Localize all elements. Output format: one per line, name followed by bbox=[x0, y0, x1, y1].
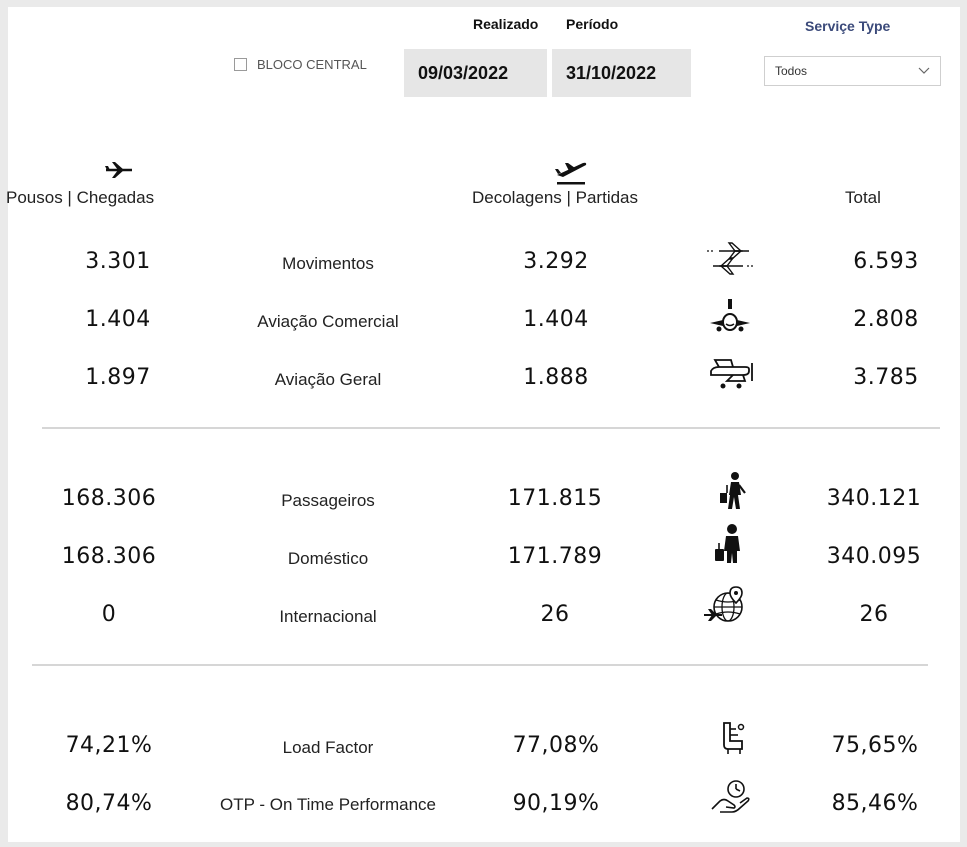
date-start-value: 09/03/2022 bbox=[418, 62, 509, 83]
bloco-central-checkbox[interactable] bbox=[234, 58, 247, 71]
date-end-field[interactable]: 31/10/2022 bbox=[552, 49, 691, 97]
date-end-value: 31/10/2022 bbox=[566, 62, 657, 83]
arrival-plane-icon bbox=[104, 159, 134, 181]
geral-label: Aviação Geral bbox=[274, 370, 382, 389]
total-column-header: Total bbox=[845, 188, 881, 207]
arrivals-column-header: Pousos | Chegadas bbox=[6, 188, 155, 207]
globe-plane-icon bbox=[702, 585, 750, 627]
service-type-title: Serviçe Type bbox=[805, 18, 891, 34]
hand-clock-icon bbox=[710, 779, 752, 815]
passageiros-label: Passageiros bbox=[281, 491, 375, 510]
small-plane-icon bbox=[705, 357, 757, 393]
commercial-aircraft-icon bbox=[708, 296, 752, 336]
bloco-central-label: BLOCO CENTRAL bbox=[257, 57, 367, 72]
seat-icon bbox=[720, 721, 748, 755]
section-divider bbox=[32, 664, 928, 666]
departures-column-header: Decolagens | Partidas bbox=[472, 188, 639, 207]
date-start-field[interactable]: 09/03/2022 bbox=[404, 49, 547, 97]
dashboard-panel: BLOCO CENTRAL Realizado Período 09/03/20… bbox=[6, 7, 960, 842]
movimentos-label: Movimentos bbox=[282, 254, 374, 273]
comercial-label: Aviação Comercial bbox=[257, 312, 399, 331]
domestico-label: Doméstico bbox=[287, 549, 369, 568]
internacional-label: Internacional bbox=[279, 607, 377, 626]
departure-plane-icon bbox=[553, 157, 589, 187]
periodo-label: Período bbox=[566, 16, 619, 32]
chevron-down-icon bbox=[918, 64, 930, 78]
load-factor-label: Load Factor bbox=[282, 738, 374, 757]
traveler-icon bbox=[718, 471, 748, 511]
section-divider bbox=[42, 427, 940, 429]
bloco-central-filter[interactable]: BLOCO CENTRAL bbox=[234, 57, 367, 72]
realizado-label: Realizado bbox=[473, 16, 539, 32]
otp-label: OTP - On Time Performance bbox=[219, 795, 437, 814]
service-type-selected: Todos bbox=[775, 64, 808, 78]
movements-icon bbox=[705, 239, 757, 277]
domestic-passenger-icon bbox=[714, 523, 744, 565]
service-type-dropdown[interactable]: Todos bbox=[764, 56, 941, 86]
